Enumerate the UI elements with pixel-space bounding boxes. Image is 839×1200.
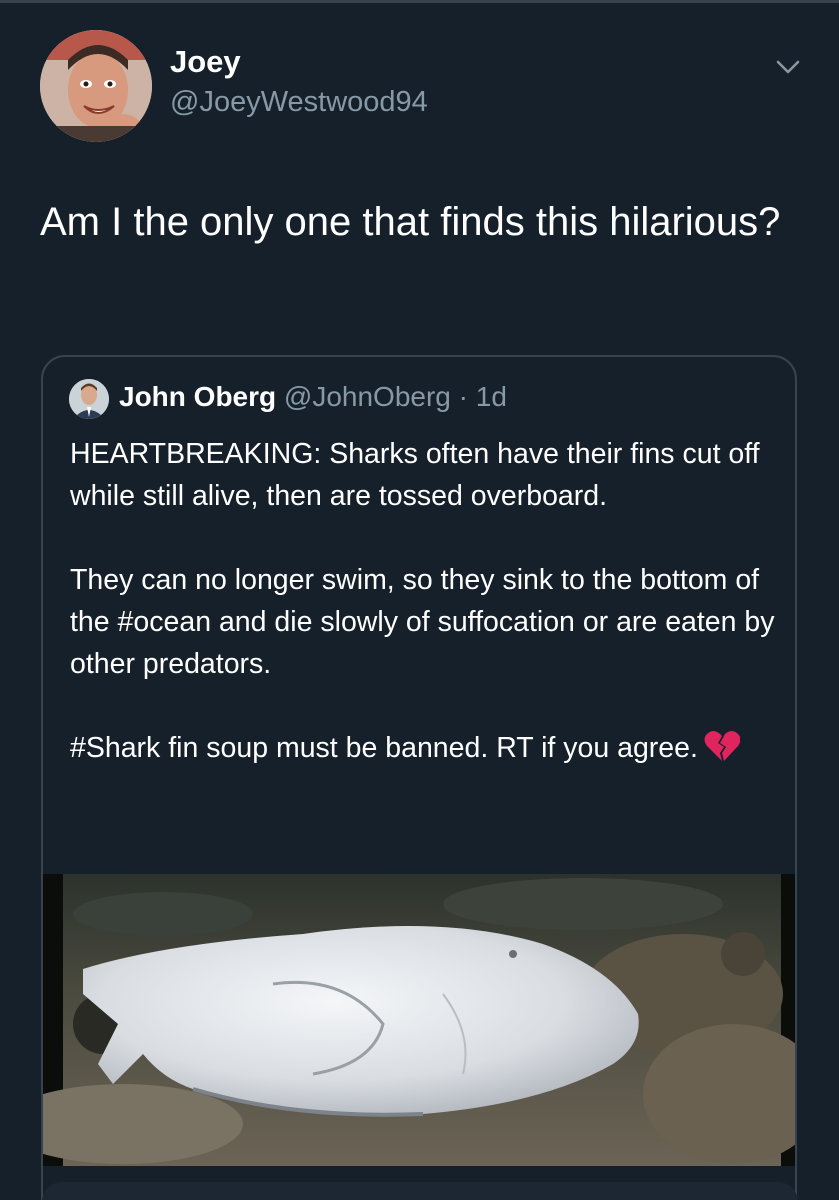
quoted-tweet-timestamp[interactable]: 1d [476, 381, 507, 412]
chevron-down-icon[interactable] [768, 52, 808, 82]
header-separator: · [450, 381, 476, 412]
quoted-author-display-name[interactable]: John Oberg [119, 381, 276, 412]
shark-image [43, 874, 795, 1166]
quoted-tweet-text: HEARTBREAKING: Sharks often have their f… [70, 433, 780, 769]
bottom-bar [42, 1182, 798, 1200]
shark-video-thumbnail[interactable] [43, 874, 795, 1166]
quoted-tweet-card[interactable]: John Oberg @JohnOberg · 1d HEARTBREAKING… [41, 355, 797, 1200]
profile-photo-icon [69, 379, 109, 419]
author-display-name[interactable]: Joey [170, 44, 241, 80]
broken-heart-icon [704, 729, 741, 763]
quoted-paragraph: They can no longer swim, so they sink to… [70, 564, 775, 680]
quoted-paragraph: #Shark fin soup must be banned. RT if yo… [70, 727, 780, 769]
quoted-paragraph-text: #Shark fin soup must be banned. RT if yo… [70, 732, 698, 764]
author-handle[interactable]: @JoeyWestwood94 [170, 86, 428, 119]
tweet-text: Am I the only one that finds this hilari… [40, 200, 781, 244]
profile-photo-icon [40, 30, 152, 142]
quoted-tweet-header: John Oberg @JohnOberg · 1d [119, 381, 507, 413]
author-avatar[interactable] [40, 30, 152, 142]
quoted-author-handle[interactable]: @JohnOberg [284, 381, 451, 412]
quoted-paragraph: HEARTBREAKING: Sharks often have their f… [70, 438, 760, 512]
quoted-author-avatar[interactable] [69, 379, 109, 419]
top-divider [0, 0, 839, 3]
